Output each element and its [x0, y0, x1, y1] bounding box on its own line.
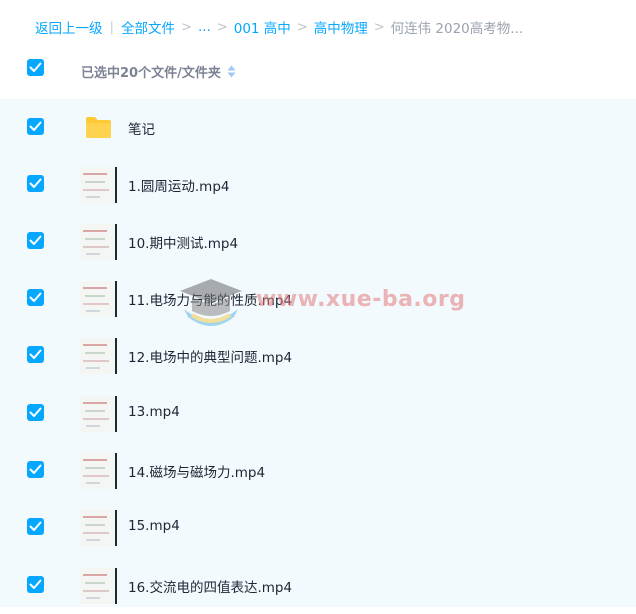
selected-count-label: 已选中20个文件/文件夹: [81, 66, 221, 81]
file-list: 笔记 1.圆周运动.mp4 10.期中测试.mp4 11.电场力与能的性质.mp4 12…: [0, 99, 636, 607]
file-name[interactable]: 10.期中测试.mp4: [128, 232, 238, 252]
video-thumbnail: [80, 396, 117, 432]
file-name[interactable]: 11.电场力与能的性质.mp4: [128, 289, 292, 309]
breadcrumb-level2[interactable]: 高中物理: [314, 17, 368, 37]
file-name[interactable]: 14.磁场与磁场力.mp4: [128, 461, 265, 481]
row-checkbox[interactable]: [27, 232, 44, 249]
list-item[interactable]: 15.mp4: [0, 499, 636, 556]
chevron-right-icon: >: [216, 19, 228, 35]
breadcrumb: 返回上一级 | 全部文件 > ... > 001 高中 > 高中物理 > 何连伟…: [35, 17, 523, 37]
breadcrumb-divider: |: [109, 19, 115, 35]
checkmark-icon: [29, 121, 42, 131]
checkmark-icon: [29, 178, 42, 188]
list-item[interactable]: 1.圆周运动.mp4: [0, 156, 636, 213]
checkmark-icon: [29, 349, 42, 359]
breadcrumb-ellipsis[interactable]: ...: [198, 19, 211, 35]
row-checkbox[interactable]: [27, 289, 44, 306]
row-checkbox[interactable]: [27, 175, 44, 192]
back-link[interactable]: 返回上一级: [35, 17, 103, 37]
file-name[interactable]: 笔记: [128, 118, 155, 138]
checkmark-icon: [29, 235, 42, 245]
checkmark-icon: [29, 62, 42, 72]
checkmark-icon: [29, 407, 42, 417]
list-item[interactable]: 16.交流电的四值表达.mp4: [0, 557, 636, 614]
file-name[interactable]: 16.交流电的四值表达.mp4: [128, 576, 292, 596]
breadcrumb-current: 何连伟 2020高考物...: [390, 21, 524, 37]
video-thumbnail: [80, 167, 117, 203]
video-thumbnail: [80, 453, 117, 489]
breadcrumb-level1[interactable]: 001 高中: [234, 17, 291, 37]
selection-summary: 已选中20个文件/文件夹: [81, 62, 236, 81]
row-checkbox[interactable]: [27, 118, 44, 135]
breadcrumb-all-files[interactable]: 全部文件: [121, 17, 175, 37]
row-checkbox[interactable]: [27, 576, 44, 593]
folder-icon: [85, 116, 112, 139]
list-item[interactable]: 10.期中测试.mp4: [0, 213, 636, 270]
checkmark-icon: [29, 464, 42, 474]
list-header: 已选中20个文件/文件夹: [0, 50, 636, 90]
video-thumbnail: [80, 224, 117, 260]
sort-icon[interactable]: [227, 65, 236, 78]
chevron-right-icon: >: [296, 19, 308, 35]
row-checkbox[interactable]: [27, 346, 44, 363]
list-item[interactable]: 13.mp4: [0, 385, 636, 442]
chevron-right-icon: >: [181, 19, 192, 35]
list-item[interactable]: 11.电场力与能的性质.mp4: [0, 270, 636, 327]
file-name[interactable]: 13.mp4: [128, 404, 180, 420]
file-name[interactable]: 12.电场中的典型问题.mp4: [128, 346, 292, 366]
video-thumbnail: [80, 510, 117, 546]
checkmark-icon: [29, 579, 42, 589]
video-thumbnail: [80, 568, 117, 604]
video-thumbnail: [80, 281, 117, 317]
list-item[interactable]: 14.磁场与磁场力.mp4: [0, 442, 636, 499]
checkmark-icon: [29, 521, 42, 531]
select-all-checkbox[interactable]: [27, 59, 44, 76]
chevron-right-icon: >: [373, 19, 385, 35]
row-checkbox[interactable]: [27, 461, 44, 478]
row-checkbox[interactable]: [27, 518, 44, 535]
file-name[interactable]: 15.mp4: [128, 518, 180, 534]
list-item[interactable]: 12.电场中的典型问题.mp4: [0, 327, 636, 384]
file-name[interactable]: 1.圆周运动.mp4: [128, 175, 229, 195]
list-item[interactable]: 笔记: [0, 99, 636, 156]
checkmark-icon: [29, 292, 42, 302]
video-thumbnail: [80, 338, 117, 374]
row-checkbox[interactable]: [27, 404, 44, 421]
